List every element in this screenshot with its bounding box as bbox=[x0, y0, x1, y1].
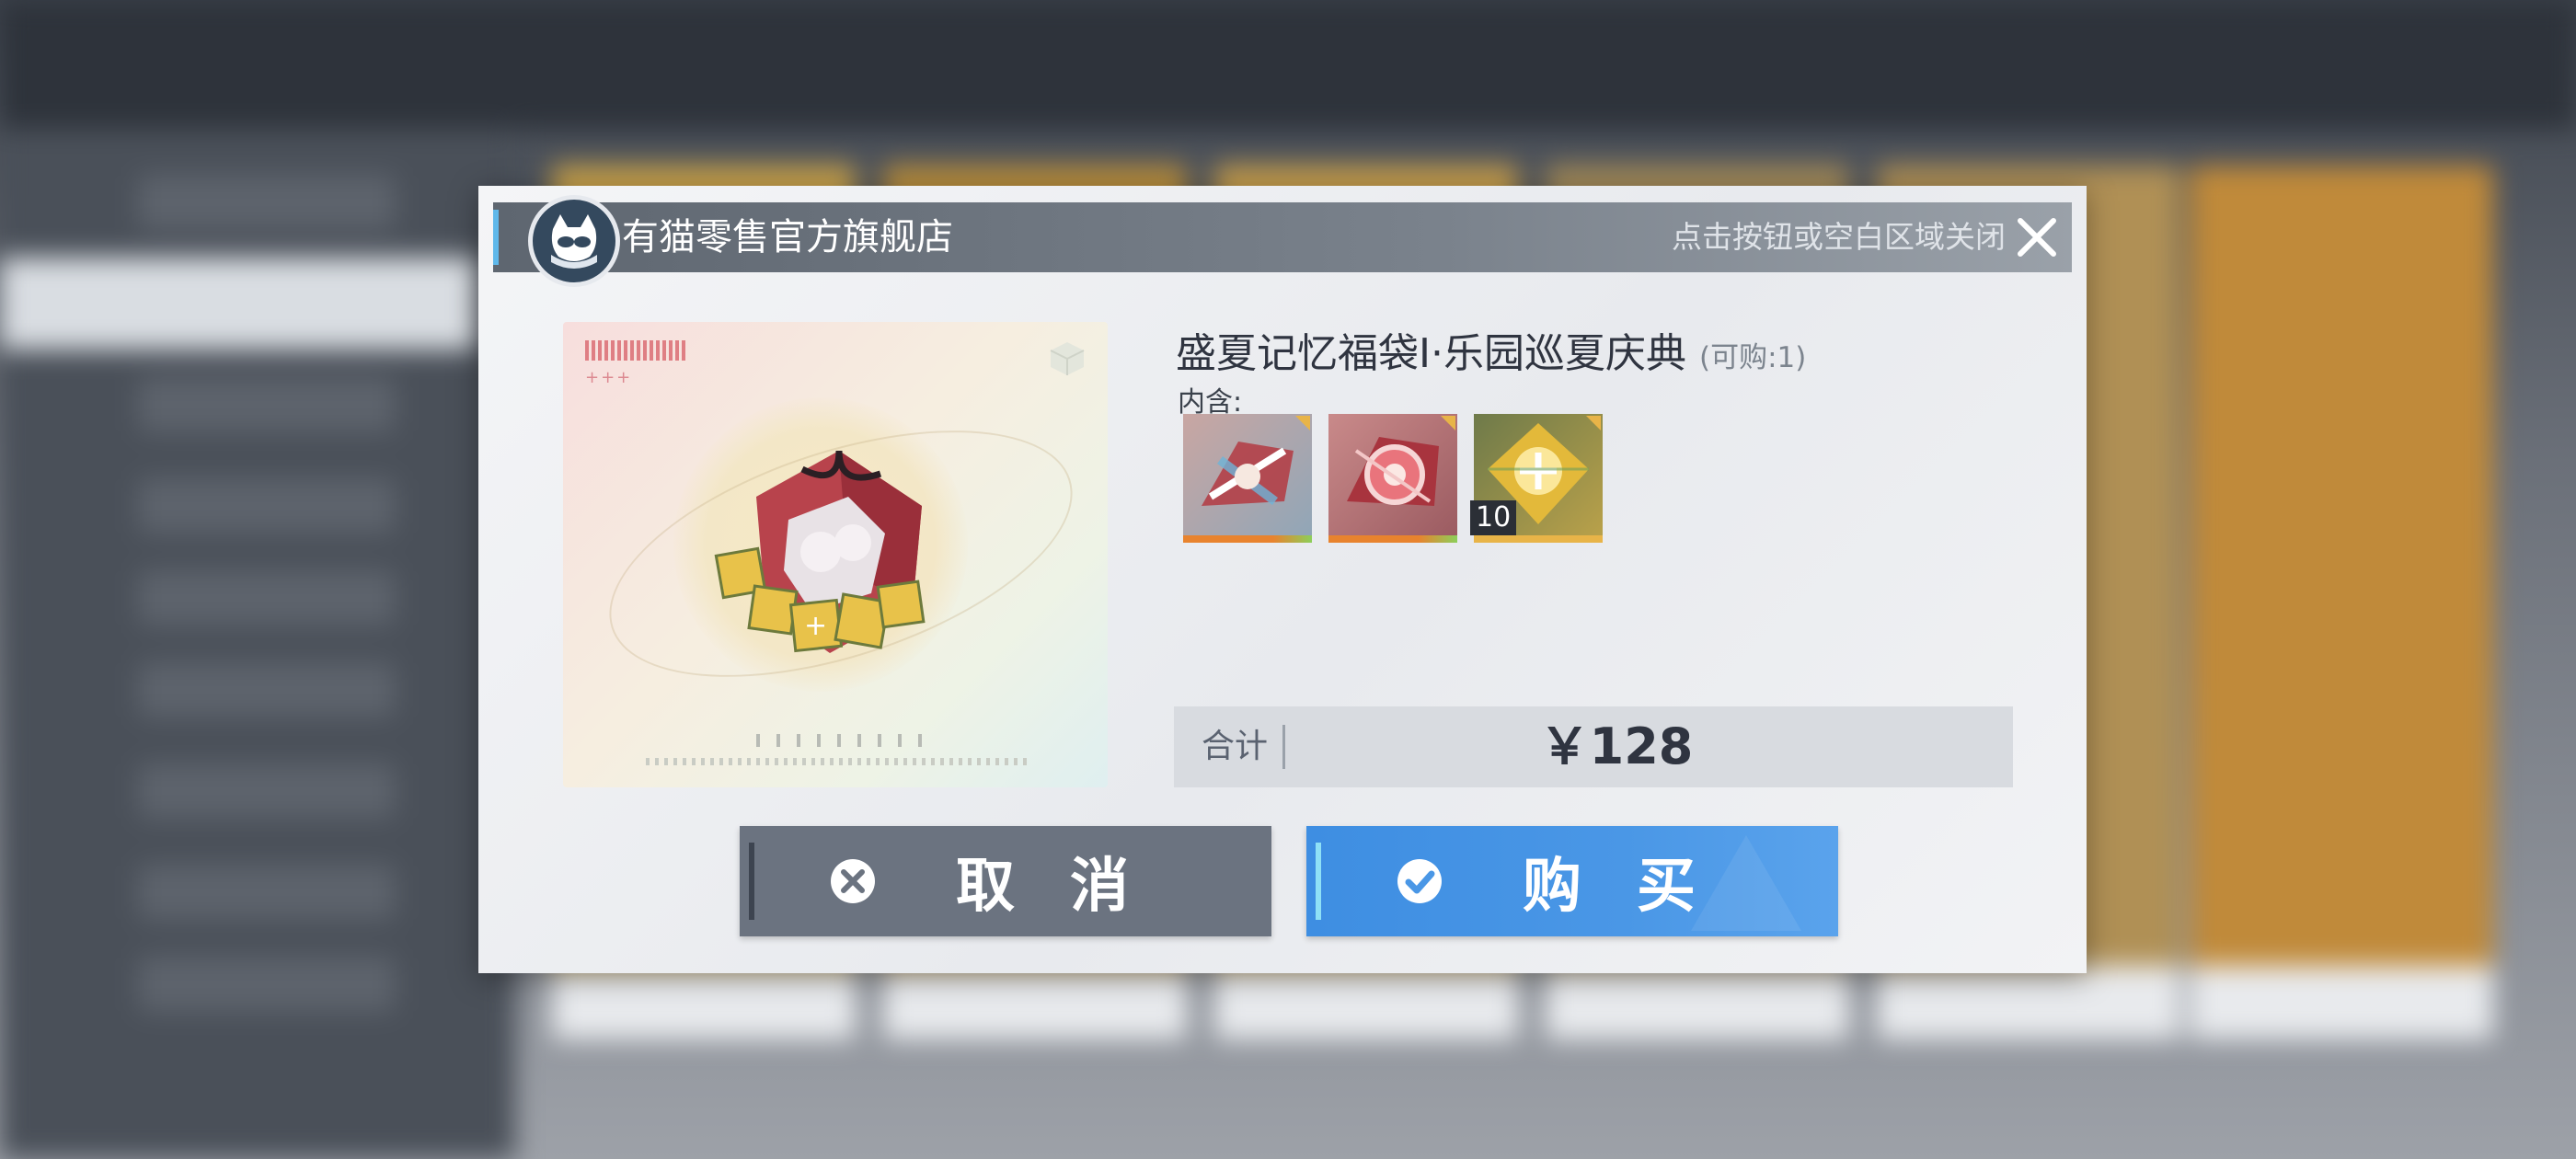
product-title: 盛夏记忆福袋Ⅰ·乐园巡夏庆典 (可购:1) bbox=[1176, 320, 1806, 379]
buy-button[interactable]: 购买 bbox=[1306, 826, 1838, 936]
item-quantity: 10 bbox=[1470, 500, 1517, 535]
product-name: 盛夏记忆福袋Ⅰ·乐园巡夏庆典 bbox=[1176, 330, 1686, 377]
gift-box-icon: + bbox=[714, 450, 926, 653]
svg-text:+: + bbox=[804, 610, 827, 642]
purchase-limit: (可购:1) bbox=[1698, 341, 1807, 374]
red-blue-shard-icon bbox=[1202, 442, 1294, 506]
product-image: +++ + bbox=[563, 322, 1108, 787]
content-item[interactable]: 10 bbox=[1470, 414, 1603, 543]
red-orb-shard-icon bbox=[1347, 437, 1439, 506]
cancel-button[interactable]: 取消 bbox=[740, 826, 1271, 936]
close-button[interactable] bbox=[2015, 215, 2059, 259]
dialog-titlebar: 有猫零售官方旗舰店 点击按钮或空白区域关闭 bbox=[493, 195, 2072, 287]
shop-name: 有猫零售官方旗舰店 bbox=[622, 216, 953, 258]
rarity-bar bbox=[1328, 535, 1457, 543]
close-icon bbox=[2018, 218, 2056, 257]
rarity-bar bbox=[1183, 535, 1312, 543]
rarity-bar bbox=[1474, 535, 1603, 543]
cancel-x-circle-icon bbox=[831, 859, 875, 903]
barcode-decoration bbox=[585, 340, 688, 361]
titlebar-accent bbox=[493, 210, 499, 265]
plus-decoration: +++ bbox=[585, 368, 633, 387]
check-circle-icon bbox=[1397, 859, 1442, 903]
close-hint: 点击按钮或空白区域关闭 bbox=[1672, 219, 2006, 255]
shop-cat-avatar-icon bbox=[528, 195, 620, 287]
total-price: ￥128 bbox=[1539, 717, 1694, 775]
cube-icon bbox=[1050, 342, 1085, 375]
total-bar: 合计 ￥128 bbox=[1174, 706, 2013, 787]
cancel-label: 取消 bbox=[956, 853, 1184, 921]
content-item[interactable] bbox=[1183, 414, 1312, 543]
content-item[interactable] bbox=[1328, 414, 1457, 543]
purchase-dialog: 有猫零售官方旗舰店 点击按钮或空白区域关闭 +++ + 盛夏记忆福袋Ⅰ·乐园巡夏… bbox=[478, 186, 2087, 973]
